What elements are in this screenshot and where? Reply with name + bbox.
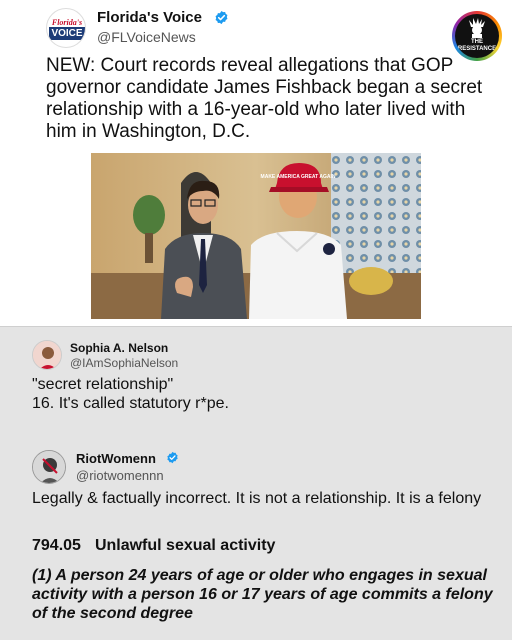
florida-voice-avatar[interactable]: Florida's VOICE bbox=[46, 8, 86, 48]
resistance-badge: THE RESISTANCE bbox=[452, 11, 502, 61]
badge-line2: RESISTANCE bbox=[457, 46, 497, 52]
author-handle[interactable]: @FLVoiceNews bbox=[97, 29, 196, 45]
verified-badge-icon bbox=[215, 10, 228, 25]
main-post: Florida's VOICE Florida's Voice @FLVoice… bbox=[0, 0, 512, 326]
reply2-author-handle[interactable]: @riotwomennn bbox=[76, 468, 164, 483]
reply1-author-name[interactable]: Sophia A. Nelson bbox=[70, 341, 168, 355]
reply2-text: Legally & factually incorrect. It is not… bbox=[32, 490, 482, 507]
sophia-nelson-avatar[interactable] bbox=[32, 340, 62, 370]
statue-of-liberty-icon bbox=[469, 18, 485, 38]
post-photo[interactable]: MAKE AMERICA GREAT AGAIN bbox=[91, 153, 421, 319]
author-name[interactable]: Florida's Voice bbox=[97, 9, 202, 26]
photo-illustration: MAKE AMERICA GREAT AGAIN bbox=[91, 153, 421, 319]
reply1-author-handle[interactable]: @IAmSophiaNelson bbox=[70, 356, 178, 370]
verified-badge-icon bbox=[167, 451, 178, 464]
reply1-text-line2: 16. It's called statutory r*pe. bbox=[32, 395, 229, 412]
reply1-text-line1: "secret relationship" bbox=[32, 376, 174, 393]
statute-title: Unlawful sexual activity bbox=[94, 537, 276, 554]
avatar-logo-line1: Florida's bbox=[51, 18, 83, 27]
statute-number: 794.05 bbox=[32, 537, 81, 554]
riotwomenn-avatar[interactable] bbox=[32, 450, 66, 484]
statute-clause: (1) A person 24 years of age or older wh… bbox=[32, 567, 493, 622]
reply2-author-name[interactable]: RiotWomenn bbox=[76, 451, 156, 466]
hat-text: MAKE AMERICA GREAT AGAIN bbox=[261, 174, 336, 180]
badge-line1: THE bbox=[471, 39, 483, 45]
avatar-logo-line2: VOICE bbox=[49, 27, 85, 40]
statute-heading: 794.05 Unlawful sexual activity bbox=[32, 537, 275, 555]
post-text: NEW: Court records reveal allegations th… bbox=[46, 55, 483, 142]
